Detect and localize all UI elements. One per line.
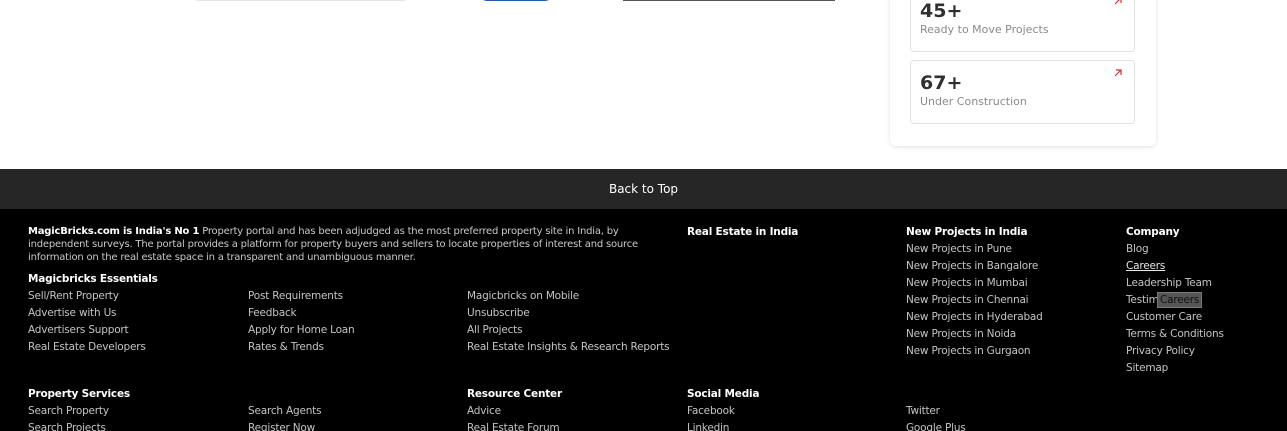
stat-label: Ready to Move Projects [920,23,1049,36]
footer: MagicBricks.com is India's No 1 Property… [0,209,1287,431]
cropped-button-shape[interactable] [480,0,552,1]
project-stats-panel: 45+ Ready to Move Projects 67+ Under Con… [890,0,1156,146]
stat-card-ready-to-move[interactable]: 45+ Ready to Move Projects [910,0,1135,52]
top-content-area: 45+ Ready to Move Projects 67+ Under Con… [0,0,1287,169]
footer-link[interactable]: Rates & Trends [248,341,324,353]
footer-link[interactable]: New Projects in Mumbai [906,277,1028,289]
footer-link[interactable]: Blog [1126,243,1149,255]
social-media-heading: Social Media [687,388,760,400]
footer-link[interactable]: Testim [1126,294,1159,306]
footer-link[interactable]: Real Estate Developers [28,341,146,353]
essentials-heading: Magicbricks Essentials [28,273,158,285]
back-to-top-link[interactable]: Back to Top [609,182,678,196]
footer-link[interactable]: New Projects in Noida [906,328,1016,340]
stat-number: 45+ [920,0,963,22]
footer-link[interactable]: New Projects in Pune [906,243,1012,255]
footer-link[interactable]: Search Projects [28,422,106,431]
footer-link[interactable]: Real Estate Forum [467,422,560,431]
stat-number: 67+ [920,72,963,94]
link-tooltip: Careers [1157,292,1203,308]
footer-link[interactable]: Magicbricks on Mobile [467,290,579,302]
footer-link[interactable]: Unsubscribe [467,307,530,319]
footer-link[interactable]: Advice [467,405,501,417]
footer-link-careers[interactable]: Careers [1126,260,1165,272]
footer-link[interactable]: All Projects [467,324,523,336]
footer-link[interactable]: Customer Care [1126,311,1202,323]
footer-link[interactable]: Sitemap [1126,362,1168,374]
footer-link[interactable]: Search Agents [248,405,322,417]
footer-link[interactable]: New Projects in Gurgaon [906,345,1031,357]
about-text: MagicBricks.com is India's No 1 Property… [28,225,668,264]
back-to-top-bar[interactable]: Back to Top [0,169,1287,209]
footer-link-google-plus[interactable]: Google Plus [906,422,966,431]
stat-label: Under Construction [920,95,1027,108]
footer-link[interactable]: Register Now [248,422,315,431]
about-bold: MagicBricks.com is India's No 1 [28,226,200,237]
footer-link[interactable]: Post Requirements [248,290,343,302]
footer-link[interactable]: Real Estate Insights & Research Reports [467,341,670,353]
footer-link[interactable]: Terms & Conditions [1126,328,1224,340]
footer-link-twitter[interactable]: Twitter [906,405,940,417]
new-projects-heading: New Projects in India [906,226,1028,238]
stat-card-under-construction[interactable]: 67+ Under Construction [910,60,1135,124]
arrow-up-right-icon [1114,69,1122,77]
cropped-banner-shape [195,0,407,1]
footer-link-linkedin[interactable]: Linkedin [687,422,729,431]
cropped-input-shape [623,0,835,1]
footer-link[interactable]: Search Property [28,405,109,417]
footer-link[interactable]: Feedback [248,307,297,319]
footer-link-facebook[interactable]: Facebook [687,405,735,417]
property-services-heading: Property Services [28,388,130,400]
footer-link[interactable]: New Projects in Chennai [906,294,1029,306]
footer-link[interactable]: Privacy Policy [1126,345,1195,357]
resource-center-heading: Resource Center [467,388,562,400]
footer-link[interactable]: Leadership Team [1126,277,1212,289]
footer-link[interactable]: Sell/Rent Property [28,290,119,302]
real-estate-india-heading: Real Estate in India [687,226,799,238]
footer-link[interactable]: Apply for Home Loan [248,324,355,336]
arrow-up-right-icon [1114,0,1122,5]
company-heading: Company [1126,226,1180,238]
footer-link[interactable]: Advertisers Support [28,324,129,336]
footer-link[interactable]: Advertise with Us [28,307,117,319]
footer-link[interactable]: New Projects in Hyderabad [906,311,1043,323]
footer-link[interactable]: New Projects in Bangalore [906,260,1038,272]
